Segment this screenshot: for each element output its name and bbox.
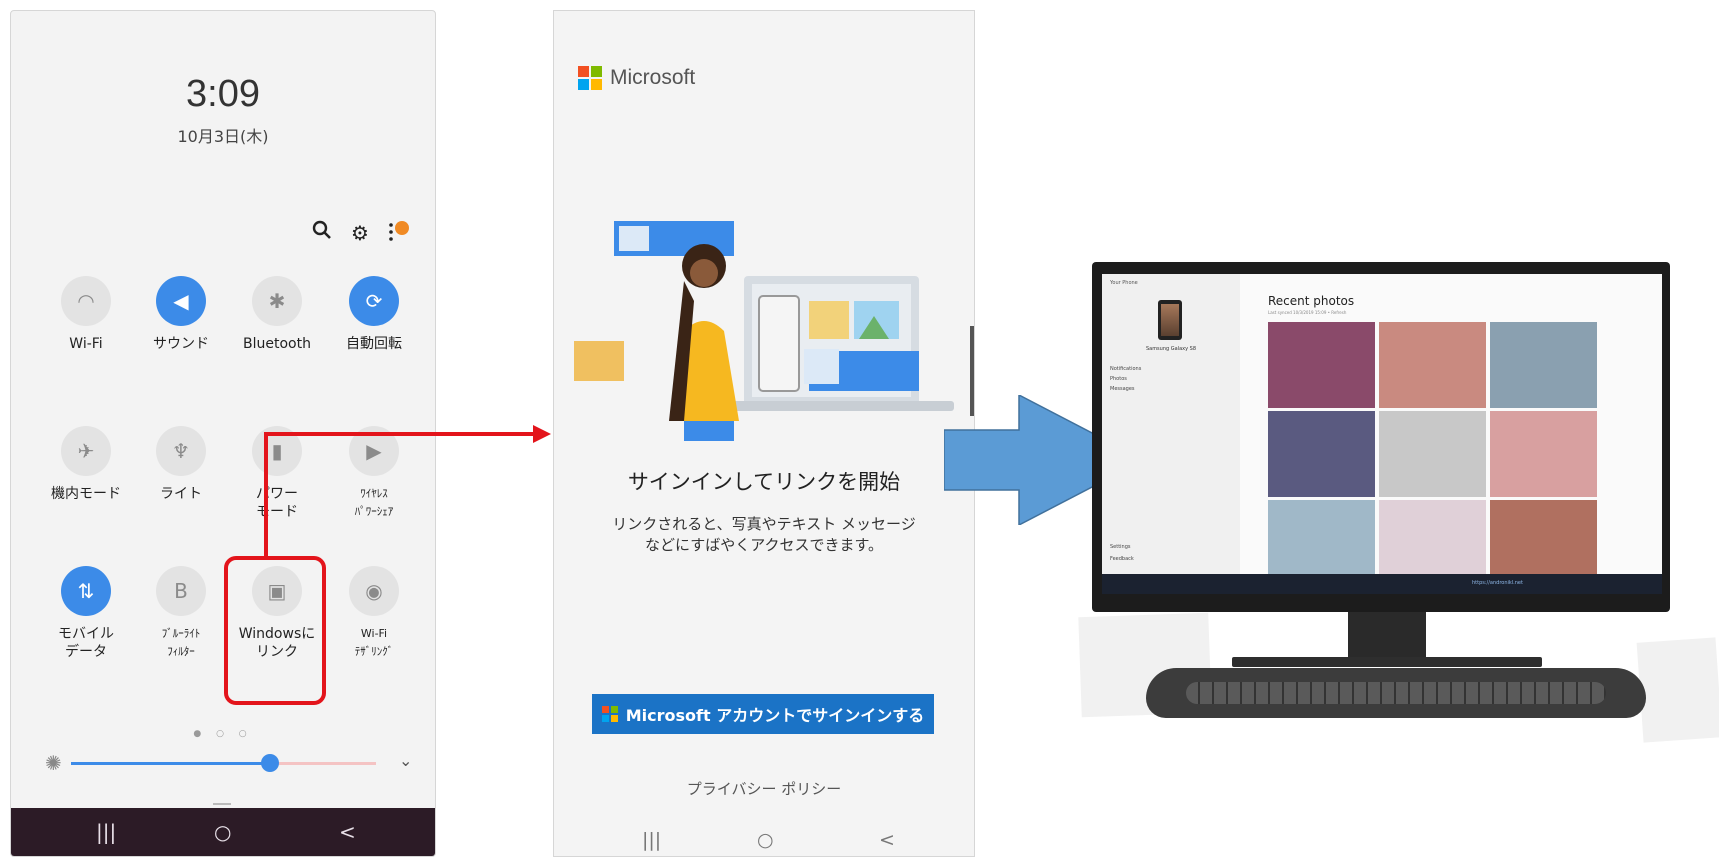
phone-thumbnail (1158, 300, 1182, 340)
signin-description: リンクされると、写真やテキスト メッセージ などにすばやくアクセスできます。 (612, 515, 916, 554)
bluetooth-icon: ✱ (252, 276, 302, 326)
page-indicator: ● ○ ○ (193, 729, 253, 739)
navigation-bar: ||| ○ < (11, 808, 435, 856)
home-button[interactable]: ○ (214, 820, 231, 844)
signin-title: サインインしてリンクを開始 (627, 470, 901, 494)
signin-phone: Microsoft サインインしてリンクを開始 リンクされると、写真やテキスト … (553, 10, 975, 857)
nav-feedback[interactable]: Feedback (1110, 556, 1134, 562)
recent-apps-button[interactable]: ||| (642, 829, 661, 851)
brightness-icon: ✺ (45, 751, 62, 775)
tile-blue-light[interactable]: B ﾌﾞﾙｰﾗｲﾄ ﾌｨﾙﾀｰ (133, 566, 229, 661)
microsoft-logo-icon (578, 66, 602, 90)
taskbar: https://andronikl.net (1102, 574, 1662, 594)
tile-wireless-share[interactable]: ▶ ﾜｲﾔﾚｽ ﾊﾟﾜｰｼｪｱ (326, 426, 422, 521)
clock-date: 10月3日(木) (177, 127, 269, 146)
photo-thumbnail[interactable] (1268, 411, 1375, 497)
panel-handle[interactable] (213, 803, 231, 805)
tile-label: サウンド (153, 336, 209, 352)
tile-sound[interactable]: ◀ サウンド (133, 276, 229, 353)
taskbar-url: https://andronikl.net (1472, 580, 1523, 586)
back-button[interactable]: < (339, 820, 356, 844)
signin-button-label: Microsoft アカウントでサインインする (625, 706, 925, 725)
tile-label: Wi-Fi ﾃｻﾞﾘﾝｸﾞ (354, 627, 394, 658)
sync-subtitle: Last synced 10/3/2019 15:09 • Refresh (1268, 310, 1347, 315)
tile-label: ﾌﾞﾙｰﾗｲﾄ ﾌｨﾙﾀｰ (161, 627, 201, 658)
tile-rotate[interactable]: ⟳ 自動回転 (326, 276, 422, 353)
clock-time: 3:09 (186, 73, 260, 115)
section-title: Recent photos (1268, 294, 1355, 308)
chevron-down-icon[interactable]: ⌄ (399, 751, 412, 770)
tile-label: パワー モード (256, 486, 298, 520)
photo-thumbnail[interactable] (1268, 322, 1375, 408)
app-sidebar: Your Phone Samsung Galaxy S8 Notificatio… (1102, 274, 1240, 574)
search-icon[interactable] (308, 219, 336, 247)
tile-bluetooth[interactable]: ✱ Bluetooth (229, 276, 325, 353)
photo-thumbnail[interactable] (1490, 322, 1597, 408)
monitor-stand (1348, 612, 1426, 657)
more-icon[interactable] (386, 219, 414, 247)
mobile-data-icon: ⇅ (61, 566, 111, 616)
tile-label: ライト (160, 486, 202, 502)
tile-mobile-data[interactable]: ⇅ モバイル データ (38, 566, 134, 661)
hotspot-icon: ◉ (349, 566, 399, 616)
tile-flashlight[interactable]: ♆ ライト (133, 426, 229, 503)
brightness-slider-handle[interactable] (261, 754, 279, 772)
highlight-box (224, 556, 326, 705)
red-connector-vertical (264, 432, 268, 557)
back-button[interactable]: < (879, 829, 895, 851)
photo-thumbnail[interactable] (1490, 411, 1597, 497)
rotate-icon: ⟳ (349, 276, 399, 326)
red-connector-horizontal (264, 432, 534, 436)
nav-notifications[interactable]: Notifications (1110, 366, 1141, 372)
airplane-icon: ✈ (61, 426, 111, 476)
microsoft-signin-button[interactable]: Microsoft アカウントでサインインする (592, 694, 934, 734)
recent-apps-button[interactable]: ||| (96, 820, 116, 844)
device-name: Samsung Galaxy S8 (1145, 346, 1197, 352)
app-title: Your Phone (1110, 280, 1138, 286)
monitor-base (1232, 657, 1542, 667)
tile-hotspot[interactable]: ◉ Wi-Fi ﾃｻﾞﾘﾝｸﾞ (326, 566, 422, 661)
settings-icon[interactable]: ⚙ (346, 219, 374, 247)
keyboard (1146, 668, 1646, 718)
brand-name: Microsoft (610, 66, 696, 89)
tile-label: 自動回転 (346, 336, 402, 352)
photo-thumbnail[interactable] (1379, 322, 1486, 408)
illustration (574, 221, 954, 441)
tile-label: 機内モード (51, 486, 121, 502)
tile-label: モバイル データ (58, 626, 114, 660)
monitor-screen: Your Phone Samsung Galaxy S8 Notificatio… (1102, 274, 1662, 594)
tile-airplane[interactable]: ✈ 機内モード (38, 426, 134, 503)
microsoft-logo-icon (601, 706, 618, 722)
tile-label: Bluetooth (243, 336, 311, 352)
photo-thumbnail[interactable] (1379, 411, 1486, 497)
red-arrow-head (533, 425, 551, 443)
nav-settings[interactable]: Settings (1110, 544, 1131, 550)
blue-light-icon: B (156, 566, 206, 616)
sound-icon: ◀ (156, 276, 206, 326)
tile-wifi[interactable]: ◠ Wi-Fi (38, 276, 134, 353)
nav-messages[interactable]: Messages (1110, 386, 1135, 392)
tile-battery[interactable]: ▮ パワー モード (229, 426, 325, 521)
brightness-slider-rest (271, 762, 376, 765)
tile-label: Wi-Fi (69, 336, 103, 352)
privacy-policy-link[interactable]: プライバシー ポリシー (554, 778, 974, 799)
flashlight-icon: ♆ (156, 426, 206, 476)
nav-photos[interactable]: Photos (1110, 376, 1127, 382)
tile-label: ﾜｲﾔﾚｽ ﾊﾟﾜｰｼｪｱ (354, 487, 394, 518)
paper-shadow-right (1636, 637, 1719, 743)
wifi-icon: ◠ (61, 276, 111, 326)
home-button[interactable]: ○ (757, 829, 774, 851)
